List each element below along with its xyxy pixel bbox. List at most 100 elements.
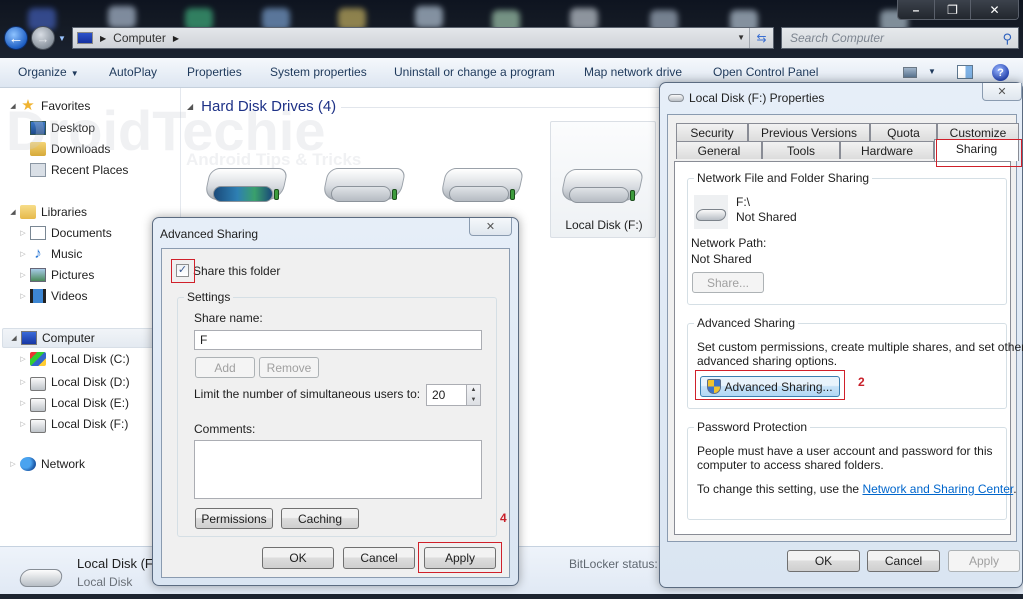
properties-button[interactable]: Properties [187, 65, 242, 79]
tab-security[interactable]: Security [676, 123, 748, 141]
share-button[interactable]: Share... [692, 272, 764, 293]
drive-local-disk-f[interactable]: Local Disk (F:) [550, 121, 656, 238]
user-limit-input[interactable] [426, 384, 466, 406]
help-icon[interactable]: ? [992, 64, 1009, 81]
expanded-arrow-icon[interactable]: ◢ [8, 208, 18, 216]
recent-places-icon [30, 163, 46, 177]
collapsed-arrow-icon[interactable]: ▷ [18, 229, 28, 237]
nav-downloads[interactable]: Downloads [30, 142, 110, 156]
ok-button[interactable]: OK [787, 550, 860, 572]
add-share-button[interactable]: Add [195, 357, 255, 378]
advanced-sharing-button[interactable]: Advanced Sharing... [700, 376, 840, 397]
tab-hardware[interactable]: Hardware [840, 141, 934, 159]
expanded-arrow-icon[interactable]: ◢ [9, 334, 19, 342]
breadcrumb-chevron-icon[interactable]: ▶ [173, 34, 179, 43]
breadcrumb-chevron-icon[interactable]: ▶ [100, 34, 106, 43]
nav-recent-places[interactable]: Recent Places [30, 163, 128, 177]
uninstall-program-button[interactable]: Uninstall or change a program [394, 65, 555, 79]
breadcrumb-computer[interactable]: Computer [113, 31, 166, 45]
step-annotation-2: 2 [858, 375, 865, 389]
organize-menu[interactable]: Organize ▼ [18, 65, 79, 79]
explorer-title-bar: – ❐ ✕ ← → ▼ ▶ Computer ▶ ▼ ⇆ Search Comp… [0, 0, 1023, 58]
collapsed-arrow-icon[interactable]: ▷ [18, 292, 28, 300]
nav-local-disk-e[interactable]: ▷ Local Disk (E:) [18, 394, 129, 412]
system-properties-button[interactable]: System properties [270, 65, 367, 79]
spin-down-icon[interactable]: ▼ [471, 397, 477, 403]
change-view-icon[interactable] [903, 67, 917, 78]
search-input[interactable]: Search Computer ⚲ [781, 27, 1019, 49]
pictures-icon [30, 268, 46, 282]
nav-documents[interactable]: ▷ Documents [18, 226, 112, 240]
nav-music[interactable]: ▷ ♪ Music [18, 246, 82, 261]
nav-label: Downloads [51, 142, 111, 156]
back-button[interactable]: ← [4, 26, 28, 50]
network-sharing-center-link[interactable]: Network and Sharing Center [862, 482, 1013, 496]
cancel-button[interactable]: Cancel [867, 550, 940, 572]
tab-general[interactable]: General [676, 141, 762, 159]
address-history-dropdown[interactable]: ▼ [737, 33, 745, 42]
cancel-button[interactable]: Cancel [343, 547, 415, 569]
collapsed-arrow-icon[interactable]: ▷ [18, 250, 28, 258]
nav-local-disk-f[interactable]: ▷ Local Disk (F:) [18, 415, 128, 433]
user-limit-spinner[interactable]: ▲ ▼ [466, 384, 481, 406]
change-setting-text: To change this setting, use the Network … [697, 482, 1017, 496]
drive-local-disk-c[interactable] [199, 164, 289, 212]
tab-sharing[interactable]: Sharing [934, 139, 1019, 161]
dialog-close-button[interactable]: ✕ [982, 83, 1022, 101]
minimize-button[interactable]: – [898, 0, 934, 19]
spin-up-icon[interactable]: ▲ [471, 387, 477, 393]
forward-button[interactable]: → [31, 26, 55, 50]
drive-local-disk-e[interactable] [435, 164, 525, 212]
address-bar[interactable]: ▶ Computer ▶ ▼ ⇆ [72, 27, 774, 49]
collapsed-arrow-icon[interactable]: ▷ [18, 271, 28, 279]
nav-local-disk-d[interactable]: ▷ Local Disk (D:) [18, 373, 130, 391]
share-path: F:\ [736, 195, 750, 209]
search-icon[interactable]: ⚲ [1002, 31, 1012, 47]
nav-label: Recent Places [51, 163, 129, 177]
nav-label: Local Disk (D:) [51, 375, 130, 389]
collapsed-arrow-icon[interactable]: ▷ [18, 355, 28, 363]
permissions-button[interactable]: Permissions [195, 508, 273, 529]
nav-label: Desktop [51, 121, 96, 135]
tab-tools[interactable]: Tools [762, 141, 840, 159]
collapsed-arrow-icon[interactable]: ▷ [18, 378, 28, 386]
map-network-drive-button[interactable]: Map network drive [584, 65, 682, 79]
nav-pictures[interactable]: ▷ Pictures [18, 268, 94, 282]
nav-videos[interactable]: ▷ Videos [18, 289, 87, 303]
star-icon: ★ [21, 97, 35, 114]
collapsed-arrow-icon[interactable]: ▷ [8, 460, 18, 468]
collapsed-arrow-icon[interactable]: ▷ [18, 399, 28, 407]
sharing-tab-panel: Network File and Folder Sharing F:\ Not … [674, 161, 1023, 535]
preview-pane-icon[interactable] [957, 65, 973, 79]
open-control-panel-button[interactable]: Open Control Panel [713, 65, 818, 79]
recent-pages-dropdown[interactable]: ▼ [58, 34, 66, 43]
taskbar-edge [0, 594, 1023, 599]
share-this-folder-label[interactable]: Share this folder [193, 264, 280, 278]
maximize-button[interactable]: ❐ [934, 0, 970, 19]
view-options-dropdown[interactable]: ▼ [928, 67, 936, 76]
apply-button[interactable]: Apply [948, 550, 1020, 572]
refresh-button[interactable]: ⇆ [749, 28, 773, 48]
collapsed-arrow-icon[interactable]: ▷ [18, 420, 28, 428]
tab-previous-versions[interactable]: Previous Versions [748, 123, 870, 141]
expanded-arrow-icon[interactable]: ◢ [8, 102, 18, 110]
nav-desktop[interactable]: Desktop [30, 121, 95, 135]
share-this-folder-checkbox[interactable]: ✓ [176, 264, 189, 277]
remove-share-button[interactable]: Remove [259, 357, 319, 378]
autoplay-button[interactable]: AutoPlay [109, 65, 157, 79]
close-button[interactable]: ✕ [970, 0, 1018, 19]
group-header-hard-disk-drives[interactable]: ◢ Hard Disk Drives (4) [187, 98, 336, 115]
share-name-input[interactable] [194, 330, 482, 350]
dialog-close-button[interactable]: ✕ [469, 218, 512, 236]
apply-button[interactable]: Apply [424, 547, 496, 569]
expanded-arrow-icon[interactable]: ◢ [187, 102, 193, 111]
nav-favorites[interactable]: ◢ ★ Favorites [8, 97, 90, 114]
tab-quota[interactable]: Quota [870, 123, 937, 141]
nav-libraries[interactable]: ◢ Libraries [8, 205, 87, 219]
ok-button[interactable]: OK [262, 547, 334, 569]
nav-local-disk-c[interactable]: ▷ Local Disk (C:) [18, 352, 130, 366]
caching-button[interactable]: Caching [281, 508, 359, 529]
nav-network[interactable]: ▷ Network [8, 457, 85, 471]
drive-local-disk-d[interactable] [317, 164, 407, 212]
comments-textarea[interactable] [194, 440, 482, 499]
